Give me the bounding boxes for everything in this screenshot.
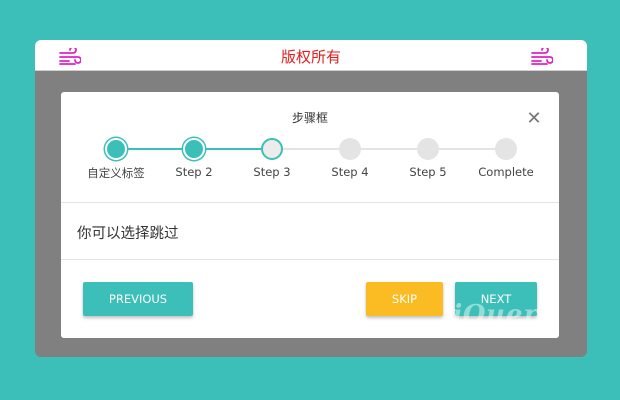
step-2-dot[interactable]	[183, 138, 205, 160]
step-4-label: Step 4	[331, 165, 369, 179]
step-1-dot[interactable]	[105, 138, 127, 160]
wind-icon	[531, 48, 553, 65]
top-bar: 版权所有	[35, 40, 587, 71]
step-4-dot[interactable]	[339, 138, 361, 160]
jquery-watermark: jQuery	[452, 300, 555, 330]
footer-divider	[61, 259, 559, 260]
previous-button[interactable]: PREVIOUS	[83, 282, 193, 316]
close-icon[interactable]: ✕	[524, 109, 544, 129]
step-message: 你可以选择跳过	[77, 226, 179, 242]
step-2-label: Step 2	[175, 165, 213, 179]
stepper: 自定义标签 Step 2 Step 3 Step 4 Step 5 Comple…	[61, 130, 559, 186]
step-1-label: 自定义标签	[87, 166, 145, 180]
step-5-label: Step 5	[409, 165, 447, 179]
step-3-dot[interactable]	[261, 138, 283, 160]
modal-title: 步骤框	[291, 111, 328, 125]
copyright-title: 版权所有	[280, 48, 341, 66]
skip-button[interactable]: SKIP	[366, 282, 443, 316]
step-6-dot[interactable]	[495, 138, 517, 160]
step-3-label: Step 3	[253, 165, 291, 179]
step-6-label: Complete	[478, 165, 534, 179]
header-divider	[61, 202, 559, 203]
step-5-dot[interactable]	[417, 138, 439, 160]
